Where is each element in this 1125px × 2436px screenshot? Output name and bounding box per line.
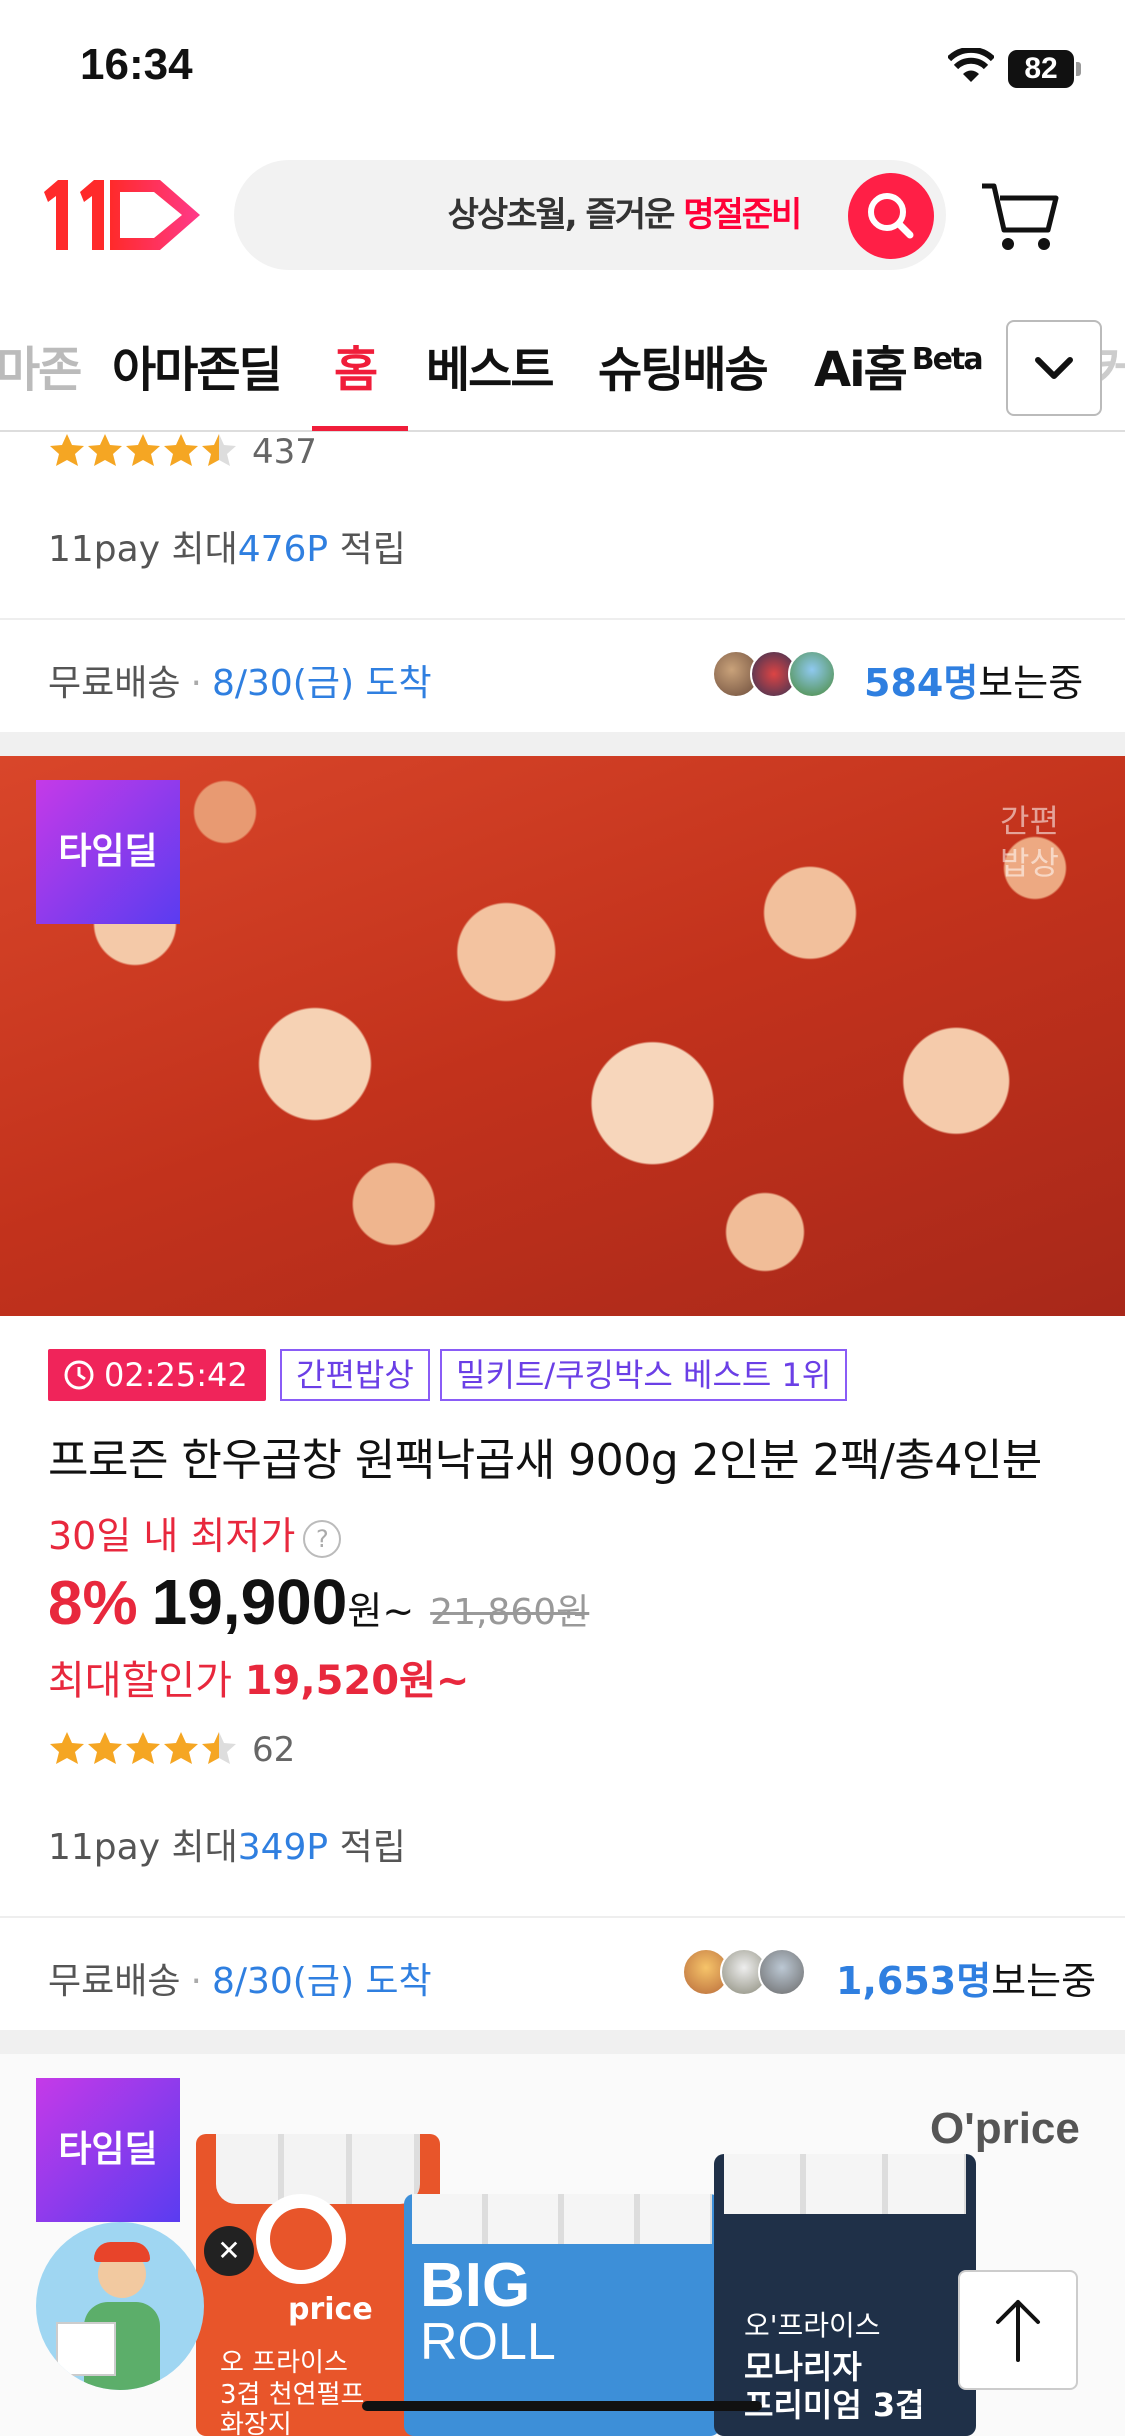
- app-logo[interactable]: [40, 170, 210, 264]
- pack2-roll: ROLL: [420, 2313, 556, 2371]
- search-button[interactable]: [848, 173, 934, 259]
- character-map: [56, 2322, 116, 2376]
- pack1-brand: price: [288, 2292, 373, 2327]
- pay-points: 11pay 최대476P 적립: [48, 529, 406, 570]
- tab-shooting-delivery[interactable]: 슈팅배송: [598, 330, 769, 400]
- chevron-down-icon: [1035, 357, 1073, 379]
- pack-logo-icon: [256, 2194, 346, 2284]
- tab-best[interactable]: 베스트: [426, 330, 554, 400]
- brand-logo: O'price: [930, 2104, 1080, 2153]
- search-promo-text: 상상초월, 즐거운 명절준비: [447, 195, 803, 235]
- max-discount-price: 최대할인가 19,520원~: [48, 1658, 470, 1704]
- rating-stars: [48, 1730, 240, 1772]
- search-bar[interactable]: 상상초월, 즐거운 명절준비: [234, 160, 946, 270]
- clock-icon: [64, 1360, 94, 1390]
- home-indicator: [362, 2401, 762, 2411]
- sale-price: 19,900: [151, 1566, 348, 1638]
- timedeal-badge: 타임딜: [36, 780, 180, 924]
- floating-character-button[interactable]: [36, 2222, 204, 2390]
- tab-home[interactable]: 홈: [334, 330, 378, 400]
- tab-amazon-partial[interactable]: 마존: [0, 330, 82, 400]
- image-watermark: 간편 밥상: [1000, 802, 1059, 882]
- product-pack-3: 오'프라이스 모나리자 프리미엄 3겹: [714, 2154, 976, 2436]
- original-price: 21,860원: [430, 1592, 590, 1633]
- price-row: 8% 19,900원~ 21,860원: [48, 1565, 589, 1639]
- help-icon[interactable]: ?: [303, 1519, 342, 1558]
- tab-beta-label: Beta: [911, 342, 984, 377]
- viewer-count: 1,653명보는중: [836, 1959, 1097, 2003]
- discount-rate: 8%: [48, 1569, 138, 1638]
- category-tag[interactable]: 간편밥상: [280, 1349, 430, 1401]
- product-pack-2: BIG ROLL: [404, 2194, 720, 2436]
- pack3-line: 프리미엄 3겹: [744, 2386, 925, 2424]
- section-separator: [0, 2030, 1125, 2054]
- close-floating-button[interactable]: ✕: [204, 2226, 254, 2276]
- rating-stars: [48, 432, 240, 474]
- countdown-timer: 02:25:42: [48, 1349, 266, 1401]
- wifi-icon: [946, 46, 996, 88]
- tab-amazon-deal[interactable]: 아마존딜: [112, 330, 283, 400]
- character-hat: [94, 2242, 150, 2262]
- pack1-line: 화장지: [220, 2410, 292, 2436]
- tab-ai-home[interactable]: Ai홈 Beta: [814, 330, 984, 400]
- rating-count: 437: [252, 432, 317, 472]
- ranking-tag[interactable]: 밀키트/쿠킹박스 베스트 1위: [440, 1349, 848, 1401]
- viewer-count: 584명보는중: [864, 661, 1084, 705]
- battery-tip: [1076, 62, 1081, 76]
- divider: [0, 618, 1125, 620]
- pay-points: 11pay 최대349P 적립: [48, 1827, 406, 1868]
- rating-count: 62: [252, 1730, 296, 1770]
- price-unit: 원~: [347, 1589, 415, 1633]
- section-separator: [0, 732, 1125, 756]
- divider: [0, 1916, 1125, 1918]
- scroll-to-top-button[interactable]: [958, 2270, 1078, 2390]
- avatar: [758, 1948, 806, 1996]
- cart-icon[interactable]: [980, 178, 1060, 258]
- avatar: [788, 650, 836, 698]
- pack3-line: 오'프라이스: [744, 2309, 881, 2342]
- tabs-expand-button[interactable]: [1006, 320, 1102, 416]
- close-icon: ✕: [217, 2234, 241, 2267]
- lowest-price-label: 30일 내 최저가?: [48, 1505, 342, 1560]
- search-icon: [868, 193, 914, 239]
- battery-indicator: 82: [1008, 50, 1074, 88]
- timedeal-badge: 타임딜: [36, 2078, 180, 2222]
- active-tab-indicator: [312, 426, 408, 431]
- product-title[interactable]: 프로즌 한우곱창 원팩낙곱새 900g 2인분 2팩/총4인분: [48, 1424, 1042, 1488]
- delivery-info: 무료배송 · 8/30(금) 도착: [48, 1961, 432, 2002]
- arrow-up-icon: [996, 2300, 1040, 2362]
- pack2-big: BIG: [420, 2251, 531, 2320]
- delivery-info: 무료배송 · 8/30(금) 도착: [48, 663, 432, 704]
- status-time: 16:34: [80, 40, 193, 89]
